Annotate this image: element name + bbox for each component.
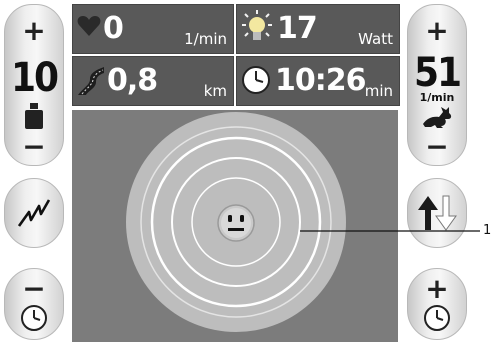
callout-label: 1 (483, 223, 492, 238)
callout-line (300, 230, 480, 232)
